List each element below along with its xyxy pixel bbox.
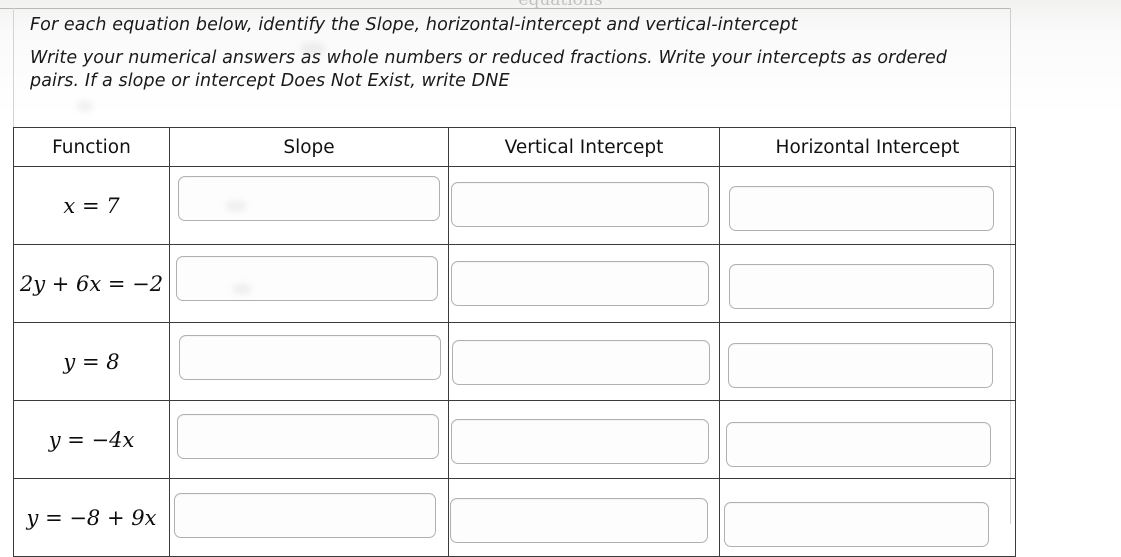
vertical-intercept-input[interactable]: [451, 182, 709, 227]
column-header-vertical-intercept: Vertical Intercept: [448, 127, 720, 167]
scan-artifact: [76, 100, 94, 112]
column-header-horizontal-intercept: Horizontal Intercept: [719, 127, 1016, 167]
column-header-function: Function: [13, 127, 170, 167]
table-header-row: Function Slope Vertical Intercept Horizo…: [13, 127, 1016, 167]
function-cell: y = −8 + 9x: [13, 478, 170, 557]
function-cell: y = −4x: [13, 400, 170, 479]
function-cell: 2y + 6x = −2: [13, 244, 170, 323]
horizontal-intercept-cell: [719, 322, 1016, 401]
slope-cell: [169, 322, 449, 401]
instructions-line-1: For each equation below, identify the Sl…: [30, 15, 798, 35]
horizontal-intercept-input[interactable]: [729, 186, 994, 231]
slope-input[interactable]: [178, 176, 440, 221]
vertical-intercept-cell: [448, 478, 720, 557]
slope-input[interactable]: [176, 256, 438, 301]
horizontal-intercept-cell: [719, 478, 1016, 557]
vertical-intercept-cell: [448, 322, 720, 401]
slope-cell: [169, 400, 449, 479]
slope-input[interactable]: [174, 493, 436, 538]
table-header: Function Slope Vertical Intercept Horizo…: [13, 127, 1016, 167]
function-cell: x = 7: [13, 166, 170, 245]
column-header-slope: Slope: [169, 127, 449, 167]
table-row: y = −4x: [13, 400, 1016, 479]
vertical-intercept-input[interactable]: [452, 340, 710, 385]
horizontal-intercept-cell: [719, 166, 1016, 245]
horizontal-intercept-input[interactable]: [724, 502, 989, 547]
slope-cell: [169, 478, 449, 557]
top-border-rule: [0, 8, 1011, 9]
horizontal-intercept-cell: [719, 244, 1016, 323]
horizontal-intercept-input[interactable]: [729, 264, 994, 309]
table-row: y = −8 + 9x: [13, 478, 1016, 557]
instructions-line-2: Write your numerical answers as whole nu…: [30, 48, 947, 91]
slope-cell: [169, 166, 449, 245]
worksheet-page: equations For each equation below, ident…: [0, 0, 1121, 557]
vertical-intercept-input[interactable]: [451, 419, 709, 464]
table-row: y = 8: [13, 322, 1016, 401]
equations-table: Function Slope Vertical Intercept Horizo…: [13, 127, 1016, 557]
instructions-block: For each equation below, identify the Sl…: [30, 14, 1000, 92]
horizontal-intercept-cell: [719, 400, 1016, 479]
vertical-intercept-input[interactable]: [451, 261, 709, 306]
vertical-intercept-cell: [448, 166, 720, 245]
slope-input[interactable]: [179, 335, 441, 380]
function-cell: y = 8: [13, 322, 170, 401]
horizontal-intercept-input[interactable]: [726, 422, 991, 467]
table-row: x = 7: [13, 166, 1016, 245]
horizontal-intercept-input[interactable]: [728, 343, 993, 388]
vertical-intercept-input[interactable]: [450, 498, 708, 543]
slope-cell: [169, 244, 449, 323]
table-body: x = 7 2y + 6x = −2 y = 8 y = −4x y = −8 …: [13, 166, 1016, 557]
vertical-intercept-cell: [448, 400, 720, 479]
vertical-intercept-cell: [448, 244, 720, 323]
slope-input[interactable]: [177, 414, 439, 459]
table-row: 2y + 6x = −2: [13, 244, 1016, 323]
